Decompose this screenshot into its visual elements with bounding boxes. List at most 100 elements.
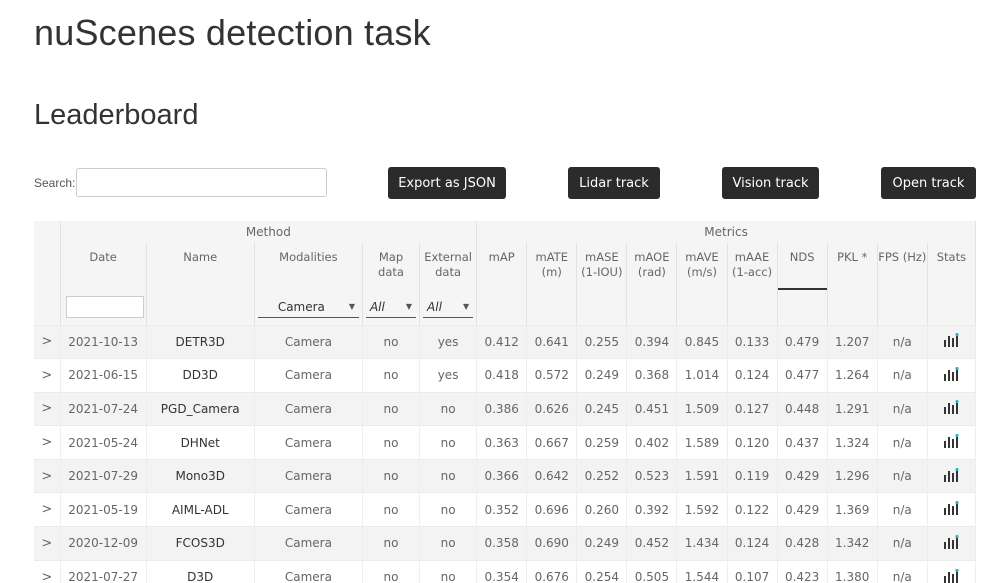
cell-date: 2021-05-24 bbox=[60, 425, 147, 460]
date-filter-input[interactable] bbox=[65, 296, 144, 319]
cell-mave: 1.589 bbox=[676, 425, 728, 460]
cell-modalities: Camera bbox=[254, 324, 363, 359]
cell-nds: 0.477 bbox=[777, 358, 828, 393]
export-json-button[interactable]: Export as JSON bbox=[388, 167, 506, 199]
cell-map-data: no bbox=[362, 559, 421, 583]
col-mase-label-1: mASE bbox=[585, 250, 619, 264]
row-expander-icon[interactable]: > bbox=[34, 458, 61, 493]
cell-map-data: no bbox=[362, 324, 421, 359]
open-track-button[interactable]: Open track bbox=[881, 167, 976, 199]
cell-maae: 0.107 bbox=[727, 559, 778, 583]
cell-maae: 0.124 bbox=[727, 358, 778, 393]
table-row[interactable]: > 2021-10-13 DETR3D Camera no yes 0.412 … bbox=[34, 324, 977, 359]
bar-chart-icon[interactable] bbox=[943, 400, 960, 417]
cell-pkl: 1.264 bbox=[827, 358, 878, 393]
table-row[interactable]: > 2021-05-19 AIML-ADL Camera no no 0.352… bbox=[34, 492, 977, 527]
cell-map: 0.386 bbox=[476, 391, 528, 426]
filter-modality-cell: Camera ▼ bbox=[254, 290, 363, 325]
col-nds[interactable]: NDS bbox=[777, 243, 828, 290]
bar-chart-icon[interactable] bbox=[943, 333, 960, 350]
table-row[interactable]: > 2021-07-29 Mono3D Camera no no 0.366 0… bbox=[34, 458, 977, 493]
row-expander-icon[interactable]: > bbox=[34, 492, 61, 527]
cell-name: DETR3D bbox=[146, 324, 255, 359]
cell-map: 0.418 bbox=[476, 358, 528, 393]
col-maoe-label-1: mAOE bbox=[634, 250, 670, 264]
cell-pkl: 1.324 bbox=[827, 425, 878, 460]
col-mate[interactable]: mATE (m) bbox=[526, 243, 578, 290]
bar-chart-icon[interactable] bbox=[943, 366, 960, 384]
table-row[interactable]: > 2021-05-24 DHNet Camera no no 0.363 0.… bbox=[34, 425, 977, 460]
cell-mave: 1.434 bbox=[676, 526, 728, 561]
col-mase[interactable]: mASE (1-IOU) bbox=[576, 243, 628, 290]
leaderboard-rows: > 2021-10-13 DETR3D Camera no yes 0.412 … bbox=[34, 324, 977, 583]
col-modalities-label: Modalities bbox=[279, 250, 338, 264]
col-date[interactable]: Date bbox=[60, 243, 147, 290]
col-maoe[interactable]: mAOE (rad) bbox=[626, 243, 678, 290]
page-title: nuScenes detection task bbox=[34, 12, 431, 53]
cell-nds: 0.429 bbox=[777, 458, 828, 493]
filter-empty bbox=[526, 290, 578, 325]
cell-stats bbox=[927, 391, 977, 426]
col-ext-label-1: External bbox=[424, 250, 472, 264]
cell-name: Mono3D bbox=[146, 458, 255, 493]
row-expander-icon[interactable]: > bbox=[34, 324, 61, 359]
row-expander-icon[interactable]: > bbox=[34, 559, 61, 583]
cell-maoe: 0.394 bbox=[626, 324, 678, 359]
bar-chart-icon[interactable] bbox=[943, 568, 960, 583]
cell-stats bbox=[927, 425, 977, 460]
group-header-metrics: Metrics bbox=[476, 221, 976, 243]
filter-empty bbox=[727, 290, 778, 325]
cell-name: DD3D bbox=[146, 358, 255, 393]
cell-name: FCOS3D bbox=[146, 526, 255, 561]
external-filter-select[interactable]: All ▼ bbox=[423, 296, 474, 319]
filter-map-cell: All ▼ bbox=[362, 290, 421, 325]
col-modalities[interactable]: Modalities bbox=[254, 243, 363, 290]
cell-date: 2021-07-29 bbox=[60, 458, 147, 493]
table-row[interactable]: > 2020-12-09 FCOS3D Camera no no 0.358 0… bbox=[34, 526, 977, 561]
cell-external-data: yes bbox=[419, 324, 478, 359]
filter-external-cell: All ▼ bbox=[419, 290, 478, 325]
col-external-data[interactable]: External data bbox=[419, 243, 478, 290]
col-fps[interactable]: FPS (Hz) bbox=[877, 243, 928, 290]
cell-maoe: 0.402 bbox=[626, 425, 678, 460]
cell-mase: 0.259 bbox=[576, 425, 628, 460]
cell-maae: 0.133 bbox=[727, 324, 778, 359]
col-pkl[interactable]: PKL * bbox=[827, 243, 878, 290]
cell-fps: n/a bbox=[877, 358, 928, 393]
row-expander-icon[interactable]: > bbox=[34, 526, 61, 561]
cell-external-data: no bbox=[419, 526, 478, 561]
cell-pkl: 1.296 bbox=[827, 458, 878, 493]
lidar-track-button[interactable]: Lidar track bbox=[568, 167, 660, 199]
bar-chart-icon[interactable] bbox=[943, 433, 960, 451]
row-expander-icon[interactable]: > bbox=[34, 358, 61, 393]
vision-track-button[interactable]: Vision track bbox=[722, 167, 819, 199]
table-row[interactable]: > 2021-07-24 PGD_Camera Camera no no 0.3… bbox=[34, 391, 977, 426]
bar-chart-icon[interactable] bbox=[943, 501, 960, 518]
row-expander-icon[interactable]: > bbox=[34, 425, 61, 460]
bar-chart-icon[interactable] bbox=[943, 467, 960, 485]
cell-fps: n/a bbox=[877, 391, 928, 426]
col-map-data[interactable]: Map data bbox=[362, 243, 421, 290]
col-maae[interactable]: mAAE (1-acc) bbox=[727, 243, 778, 290]
row-expander-icon[interactable]: > bbox=[34, 391, 61, 426]
col-name[interactable]: Name bbox=[146, 243, 255, 290]
cell-mate: 0.696 bbox=[526, 492, 578, 527]
cell-mase: 0.249 bbox=[576, 358, 628, 393]
cell-nds: 0.448 bbox=[777, 391, 828, 426]
cell-pkl: 1.380 bbox=[827, 559, 878, 583]
cell-fps: n/a bbox=[877, 324, 928, 359]
col-mave[interactable]: mAVE (m/s) bbox=[676, 243, 728, 290]
map-filter-select[interactable]: All ▼ bbox=[365, 296, 417, 319]
table-row[interactable]: > 2021-06-15 DD3D Camera no yes 0.418 0.… bbox=[34, 358, 977, 393]
filter-empty bbox=[927, 290, 977, 325]
cell-maoe: 0.392 bbox=[626, 492, 678, 527]
col-map[interactable]: mAP bbox=[476, 243, 528, 290]
col-mate-label-2: (m) bbox=[541, 265, 562, 279]
search-input[interactable] bbox=[76, 168, 327, 197]
filter-empty bbox=[777, 290, 828, 325]
cell-date: 2020-12-09 bbox=[60, 526, 147, 561]
col-maoe-label-2: (rad) bbox=[637, 265, 666, 279]
bar-chart-icon[interactable] bbox=[943, 534, 960, 552]
modality-filter-select[interactable]: Camera ▼ bbox=[257, 296, 359, 319]
table-row[interactable]: > 2021-07-27 D3D Camera no no 0.354 0.67… bbox=[34, 559, 977, 583]
